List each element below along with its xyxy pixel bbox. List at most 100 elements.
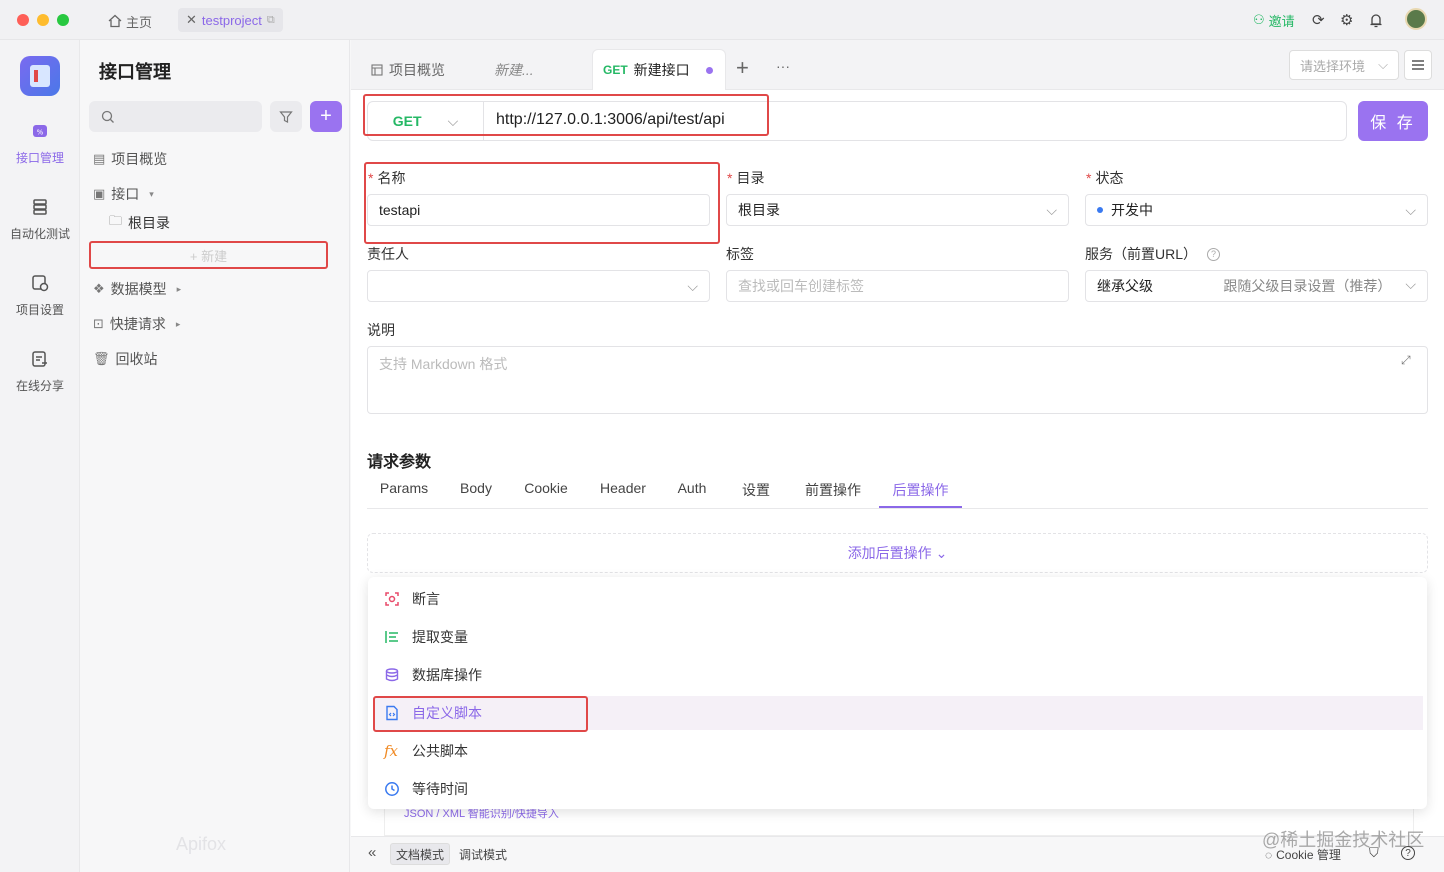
avatar[interactable] xyxy=(1405,8,1427,30)
api-icon: % xyxy=(31,122,49,143)
sidebar-item-0[interactable]: ▤ 项目概览 xyxy=(93,148,167,170)
save-button[interactable]: 保 存 xyxy=(1358,101,1428,141)
clock-icon xyxy=(384,781,400,797)
tab-project-overview[interactable]: 项目概览 xyxy=(361,49,477,90)
bell-icon[interactable] xyxy=(1369,10,1383,30)
rail-item-2[interactable]: 项目设置 xyxy=(0,274,80,318)
directory-select[interactable]: 根目录 ⌵ xyxy=(726,194,1069,226)
tab-new-api[interactable]: GET 新建接口 xyxy=(592,49,726,90)
tab-label: 项目概览 xyxy=(389,61,445,78)
rail-item-label: 接口管理 xyxy=(15,151,64,165)
debug-mode-button[interactable]: 调试模式 xyxy=(454,843,512,865)
description-textarea[interactable]: 支持 Markdown 格式 xyxy=(367,346,1428,414)
new-tab-button[interactable]: + xyxy=(736,56,749,80)
sidebar-item-2[interactable]: 🗀 根目录 xyxy=(109,212,170,234)
add-button[interactable]: + xyxy=(310,101,342,132)
post-operation-item-0[interactable]: 断言 xyxy=(368,582,1427,616)
help-icon[interactable]: ? xyxy=(1401,846,1415,860)
cookie-icon: ◌ xyxy=(1265,847,1273,862)
params-tab-0[interactable]: Params xyxy=(367,480,441,508)
post-operation-item-4[interactable]: fx 公共脚本 xyxy=(368,734,1427,768)
sync-icon[interactable]: ⟳ xyxy=(1312,10,1325,30)
doc-mode-button[interactable]: 文档模式 xyxy=(390,843,451,865)
filter-button[interactable] xyxy=(270,101,302,132)
environment-select[interactable]: 请选择环境 ⌵ xyxy=(1289,50,1399,80)
help-icon[interactable]: ? xyxy=(1207,247,1221,261)
rail-item-3[interactable]: 在线分享 xyxy=(0,350,80,394)
params-tab-6[interactable]: 前置操作 xyxy=(792,480,874,508)
sidebar-item-5[interactable]: 🗑 回收站 xyxy=(93,348,158,370)
chevron-down-icon: ⌵ xyxy=(1405,201,1416,218)
service-hint: 跟随父级目录设置（推荐） xyxy=(1223,278,1392,294)
params-tab-5[interactable]: 设置 xyxy=(729,480,783,508)
cookie-manager-button[interactable]: ◌ Cookie 管理 xyxy=(1265,846,1341,863)
close-window-button[interactable] xyxy=(17,14,29,26)
assert-icon xyxy=(384,591,400,607)
maximize-window-button[interactable] xyxy=(57,14,69,26)
invite-button[interactable]: ⚇ 邀请 xyxy=(1253,10,1295,30)
trash-icon: 🗑 xyxy=(93,351,110,366)
tab-new-draft[interactable]: 新建... xyxy=(484,49,584,90)
sidebar-search-input[interactable] xyxy=(89,101,262,132)
status-select[interactable]: 开发中 ⌵ xyxy=(1085,194,1428,226)
sidebar-item-label: 数据模型 xyxy=(110,281,167,297)
shirt-icon[interactable]: ⛉ xyxy=(1369,845,1379,861)
params-tab-7[interactable]: 后置操作 xyxy=(879,480,962,508)
sidebar-item-1[interactable]: ▣ 接口 ▾ xyxy=(93,183,154,205)
external-link-icon[interactable]: ⧉ xyxy=(267,14,275,27)
highlight-url xyxy=(363,94,769,136)
params-tab-2[interactable]: Cookie xyxy=(511,480,581,508)
cookie-manager-label: Cookie 管理 xyxy=(1276,848,1341,862)
caret-icon[interactable]: ▸ xyxy=(177,284,182,295)
app-logo xyxy=(20,56,60,96)
params-title: 请求参数 xyxy=(367,454,432,471)
gear-icon[interactable]: ⚙ xyxy=(1340,10,1353,30)
overview-icon: ▤ xyxy=(93,151,106,166)
sidebar-item-label: 回收站 xyxy=(115,351,158,367)
owner-field-label: 责任人 xyxy=(367,246,409,262)
post-operation-label: 公共脚本 xyxy=(412,743,468,759)
tab-more-button[interactable]: ··· xyxy=(776,58,790,74)
rail-item-1[interactable]: 自动化测试 xyxy=(0,198,80,242)
api-icon: ▣ xyxy=(93,186,106,201)
project-tab-label: testproject xyxy=(201,12,262,28)
sidebar-item-label: 快捷请求 xyxy=(109,316,166,332)
post-operation-label: 数据库操作 xyxy=(412,667,482,683)
invite-label: 邀请 xyxy=(1268,13,1295,29)
params-tab-1[interactable]: Body xyxy=(447,480,505,508)
expand-icon[interactable]: ⤢ xyxy=(1401,353,1411,368)
params-tab-4[interactable]: Auth xyxy=(665,480,719,508)
service-select[interactable]: 继承父级 跟随父级目录设置（推荐） ⌵ xyxy=(1085,270,1428,302)
caret-icon[interactable]: ▸ xyxy=(176,319,181,330)
sidebar-item-3[interactable]: ❖ 数据模型 ▸ xyxy=(93,278,181,300)
tags-input[interactable]: 查找或回车创建标签 xyxy=(726,270,1069,302)
description-placeholder: 支持 Markdown 格式 xyxy=(379,356,508,372)
status-field-label: * 状态 xyxy=(1086,170,1124,186)
home-label: 主页 xyxy=(126,14,153,30)
add-post-operation-button[interactable]: 添加后置操作 ⌄ xyxy=(367,533,1428,573)
params-tab-divider xyxy=(367,508,1428,509)
directory-field-label: * 目录 xyxy=(727,170,765,186)
collapse-sidebar-icon[interactable]: « xyxy=(368,844,376,861)
post-operation-item-5[interactable]: 等待时间 xyxy=(368,772,1427,806)
project-tab[interactable]: ✕ testproject ⧉ xyxy=(178,8,283,32)
post-operation-item-2[interactable]: 数据库操作 xyxy=(368,658,1427,692)
close-tab-icon[interactable]: ✕ xyxy=(186,12,197,28)
sidebar-item-label: 根目录 xyxy=(128,215,171,231)
caret-icon[interactable]: ▾ xyxy=(149,189,154,200)
post-operation-item-1[interactable]: 提取变量 xyxy=(368,620,1427,654)
menu-button[interactable] xyxy=(1404,50,1432,80)
owner-select[interactable]: ⌵ xyxy=(367,270,710,302)
service-value: 继承父级 xyxy=(1097,278,1153,294)
home-tab[interactable]: 主页 xyxy=(108,10,152,32)
rail-item-label: 自动化测试 xyxy=(9,227,70,241)
add-post-operation-label: 添加后置操作 ⌄ xyxy=(847,545,948,561)
rail-item-0[interactable]: % 接口管理 xyxy=(0,122,80,166)
params-tab-3[interactable]: Header xyxy=(586,480,660,508)
new-item-button[interactable]: + 新建 xyxy=(89,241,328,269)
sidebar-title: 接口管理 xyxy=(99,62,171,82)
sidebar-item-4[interactable]: ⊡ 快捷请求 ▸ xyxy=(93,313,180,335)
highlight-custom-script xyxy=(373,696,588,732)
folder-icon: 🗀 xyxy=(109,213,123,228)
minimize-window-button[interactable] xyxy=(37,14,49,26)
